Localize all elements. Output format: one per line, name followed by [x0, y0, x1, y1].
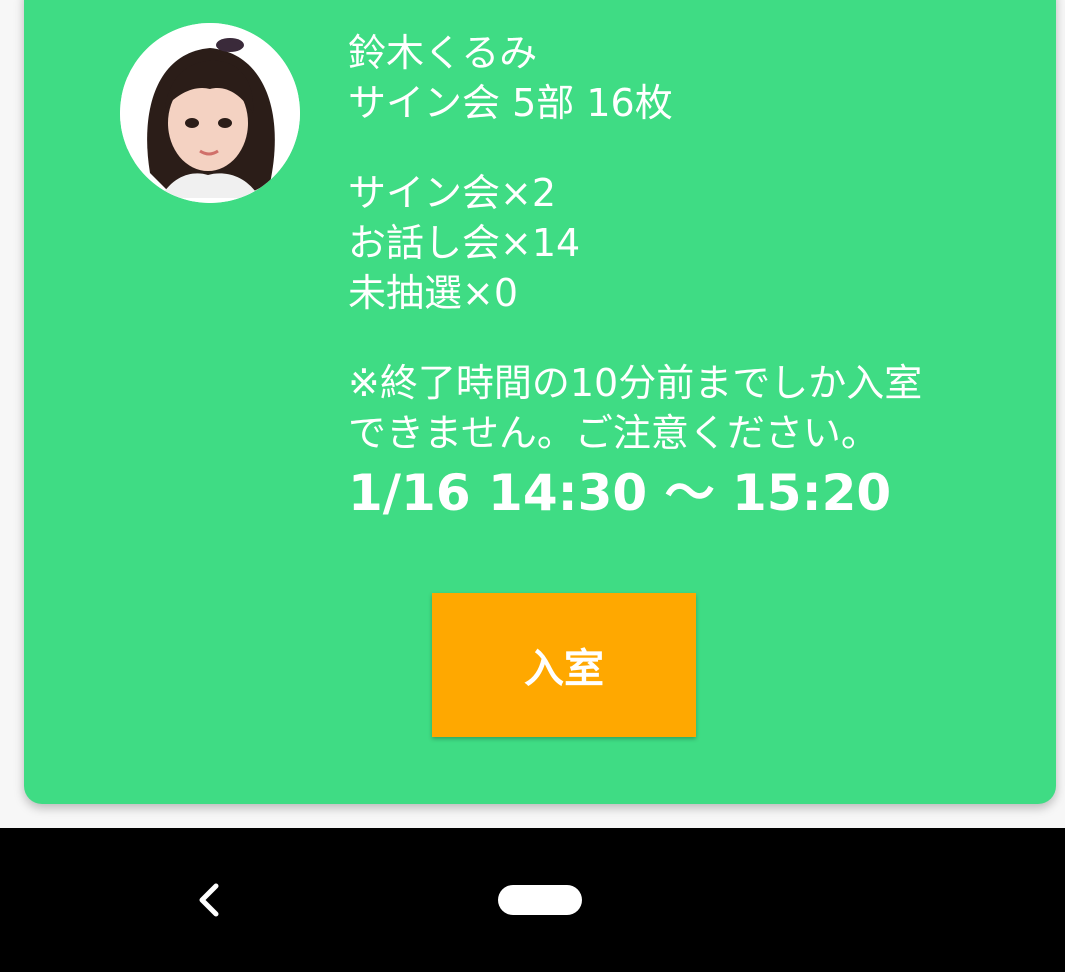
enter-room-button[interactable]: 入室 [432, 593, 696, 737]
time-range: 1/16 14:30 〜 15:20 [348, 464, 892, 522]
notice-line-1: ※終了時間の10分前までしか入室 [348, 361, 923, 405]
system-navigation-bar [0, 828, 1065, 972]
member-name: 鈴木くるみ [348, 31, 538, 75]
member-avatar [120, 23, 300, 203]
ticket-count-sign: サイン会×2 [348, 171, 557, 215]
ticket-count-talk: お話し会×14 [348, 221, 581, 265]
member-card: 鈴木くるみ サイン会 5部 16枚 サイン会×2 お話し会×14 未抽選×0 ※… [24, 0, 1056, 804]
member-info: 鈴木くるみ サイン会 5部 16枚 サイン会×2 お話し会×14 未抽選×0 ※… [348, 28, 922, 523]
notice-line-2: できません。ご注意ください。 [348, 411, 879, 455]
session-info: サイン会 5部 16枚 [348, 81, 673, 125]
member-photo-icon [120, 23, 300, 203]
home-pill-icon[interactable] [498, 885, 582, 915]
ticket-count-undrawn: 未抽選×0 [348, 271, 519, 315]
chevron-left-icon[interactable] [190, 880, 226, 920]
